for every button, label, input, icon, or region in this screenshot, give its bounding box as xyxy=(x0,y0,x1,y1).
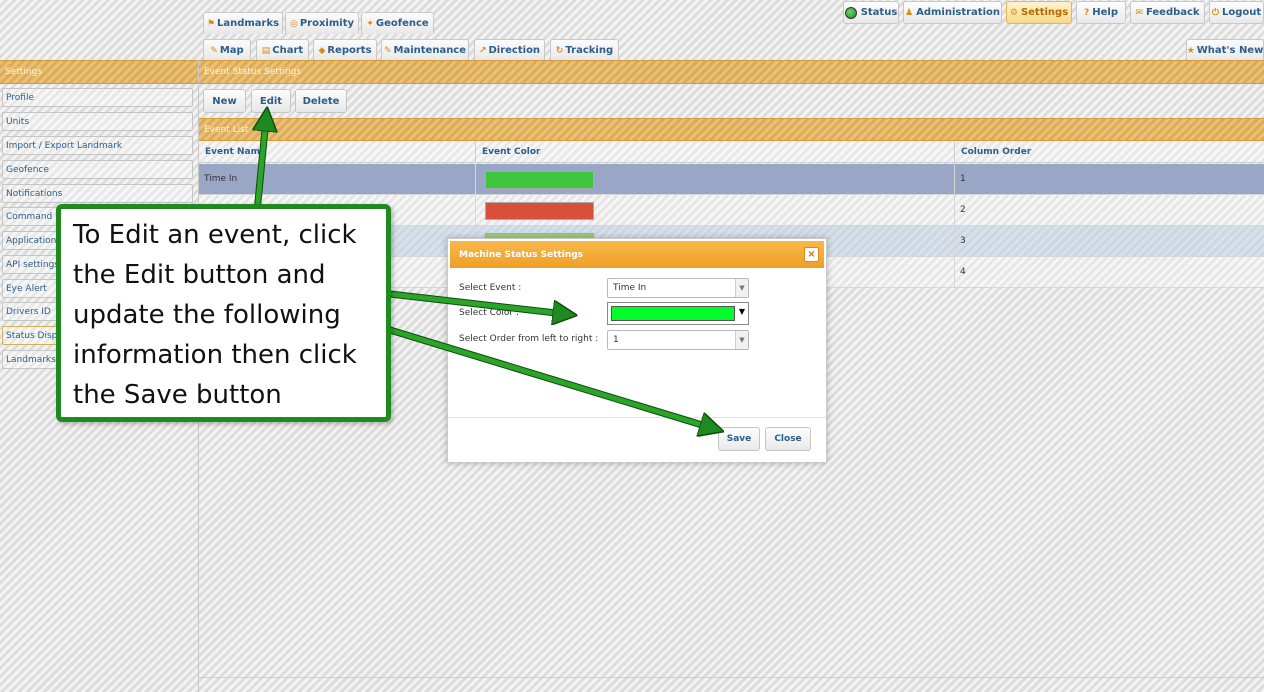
chevron-down-icon: ▼ xyxy=(738,307,745,316)
main-title: Event Status Settings xyxy=(199,60,1264,84)
direction-icon: ↗ xyxy=(478,45,487,56)
select-event-label: Select Event : xyxy=(459,283,522,293)
column-order-cell: 2 xyxy=(960,205,966,215)
close-button[interactable]: Close xyxy=(765,427,811,451)
column-header-column-order[interactable]: Column Order xyxy=(955,141,1264,163)
edit-button[interactable]: Edit xyxy=(251,89,291,113)
whats-new-button[interactable]: ★ What's New xyxy=(1186,39,1264,61)
new-button[interactable]: New xyxy=(203,89,246,113)
selected-color-swatch xyxy=(611,306,735,321)
proximity-icon: ◎ xyxy=(289,18,298,29)
status-button[interactable]: Status xyxy=(843,1,899,24)
settings-button[interactable]: ⚙ Settings xyxy=(1006,1,1072,24)
maintenance-icon: ✎ xyxy=(383,45,392,56)
event-name-cell: Time In xyxy=(199,164,476,194)
select-color-label: Select Color : xyxy=(459,308,520,318)
sidebar-item-import-export-landmark[interactable]: Import / Export Landmark xyxy=(2,136,193,155)
sidebar-title: Settings xyxy=(0,60,198,84)
status-icon xyxy=(844,6,857,19)
delete-button[interactable]: Delete xyxy=(295,89,347,113)
event-list-title: Event List xyxy=(199,118,1264,141)
column-order-cell: 3 xyxy=(960,236,966,246)
save-button[interactable]: Save xyxy=(718,427,760,451)
geofence-icon: ✦ xyxy=(366,18,374,29)
select-order-dropdown[interactable]: 1 ▼ xyxy=(607,330,749,350)
settings-icon: ⚙ xyxy=(1009,7,1018,18)
logout-button[interactable]: ⏻ Logout xyxy=(1209,1,1264,24)
column-order-cell: 1 xyxy=(960,174,966,184)
dialog-title: Machine Status Settings × xyxy=(450,241,824,268)
nav-tab-direction[interactable]: ↗ Direction xyxy=(474,39,545,61)
nav-tab-chart[interactable]: ▤ Chart xyxy=(256,39,309,61)
table-row[interactable]: Time In 1 xyxy=(199,164,1264,195)
chart-icon: ▤ xyxy=(261,45,271,56)
map-icon: ✎ xyxy=(210,45,218,56)
landmark-icon: ⚑ xyxy=(206,18,215,29)
close-icon[interactable]: × xyxy=(804,247,819,262)
bottom-divider xyxy=(199,677,1264,678)
select-color-dropdown[interactable]: ▼ xyxy=(607,302,749,325)
chevron-down-icon: ▼ xyxy=(735,331,748,349)
column-header-event-color[interactable]: Event Color xyxy=(476,141,955,163)
reports-icon: ◆ xyxy=(318,45,326,56)
nav-tab-map[interactable]: ✎ Map xyxy=(203,39,251,61)
select-event-dropdown[interactable]: Time In ▼ xyxy=(607,278,749,298)
sidebar-item-geofence[interactable]: Geofence xyxy=(2,160,193,179)
tracking-icon: ↻ xyxy=(555,45,564,56)
column-header-event-name[interactable]: Event Name xyxy=(199,141,476,163)
star-icon: ★ xyxy=(1186,45,1195,56)
administration-button[interactable]: ♟ Administration xyxy=(903,1,1002,24)
nav-tab-landmarks[interactable]: ⚑ Landmarks xyxy=(203,12,283,34)
administration-icon: ♟ xyxy=(905,7,914,18)
feedback-button[interactable]: ✉ Feedback xyxy=(1130,1,1205,24)
help-button[interactable]: ? Help xyxy=(1076,1,1126,24)
dialog-footer-divider xyxy=(448,417,826,418)
nav-tab-geofence[interactable]: ✦ Geofence xyxy=(361,12,434,34)
logout-icon: ⏻ xyxy=(1211,7,1219,18)
select-order-label: Select Order from left to right : xyxy=(459,334,599,344)
column-order-cell: 4 xyxy=(960,267,966,277)
sidebar-item-units[interactable]: Units xyxy=(2,112,193,131)
chevron-down-icon: ▼ xyxy=(735,279,748,297)
feedback-icon: ✉ xyxy=(1135,7,1143,18)
color-swatch xyxy=(485,202,594,220)
help-icon: ? xyxy=(1084,7,1090,18)
nav-tab-tracking[interactable]: ↻ Tracking xyxy=(550,39,619,61)
instruction-callout: To Edit an event, click the Edit button … xyxy=(56,204,391,422)
sidebar-item-profile[interactable]: Profile xyxy=(2,88,193,107)
nav-tab-proximity[interactable]: ◎ Proximity xyxy=(285,12,359,34)
nav-tab-maintenance[interactable]: ✎ Maintenance xyxy=(381,39,469,61)
nav-tab-reports[interactable]: ◆ Reports xyxy=(313,39,377,61)
sidebar-item-notifications[interactable]: Notifications xyxy=(2,184,193,203)
machine-status-dialog: Machine Status Settings × Select Event :… xyxy=(447,238,827,463)
color-swatch xyxy=(485,171,594,189)
